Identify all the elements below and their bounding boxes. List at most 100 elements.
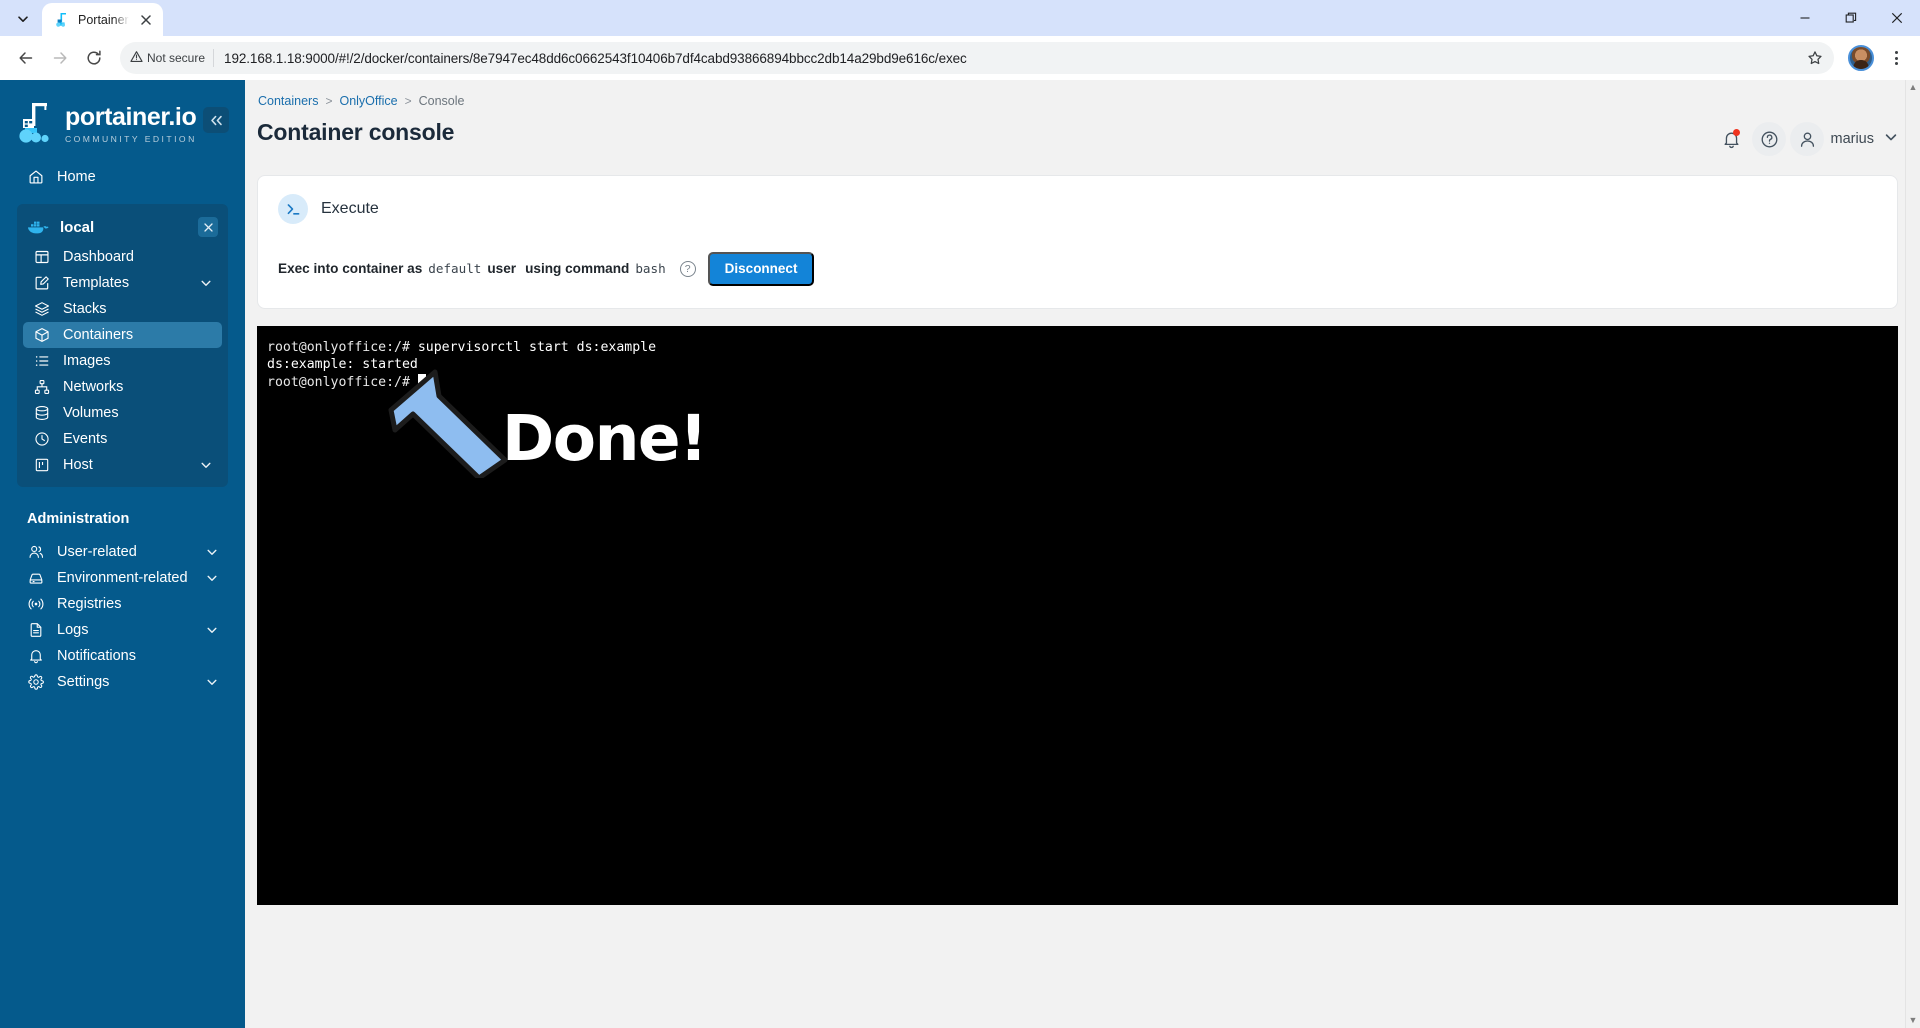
minimize-icon[interactable]	[1782, 0, 1828, 36]
console-card-title: Execute	[321, 200, 379, 217]
sidebar-item-volumes[interactable]: Volumes	[23, 400, 222, 426]
logs-icon	[27, 622, 44, 639]
terminal-command: supervisorctl start ds:example	[417, 339, 657, 355]
sidebar-item-label: Logs	[57, 622, 89, 638]
sidebar-item-label: Stacks	[63, 301, 107, 317]
chevron-down-icon[interactable]	[206, 572, 218, 584]
sidebar-item-label: Home	[57, 169, 96, 185]
browser-tabstrip: Portainer	[0, 0, 1920, 36]
terminal-output[interactable]: root@onlyoffice:/# supervisorctl start d…	[257, 325, 1898, 905]
exec-user-label: user	[487, 261, 517, 277]
chevron-down-icon[interactable]	[200, 459, 212, 471]
host-icon	[33, 457, 50, 474]
star-icon[interactable]	[1800, 43, 1830, 73]
sidebar-item-logs[interactable]: Logs	[17, 617, 228, 643]
sidebar-item-user-related[interactable]: User-related	[17, 539, 228, 565]
chevron-down-icon[interactable]	[206, 624, 218, 636]
sidebar-item-dashboard[interactable]: Dashboard	[23, 244, 222, 270]
username-label: marius	[1830, 131, 1874, 147]
environment-section: local Dashboard Templates Stacks Contain…	[17, 204, 228, 487]
triangle-down-icon[interactable]: ▼	[1909, 1016, 1918, 1025]
breadcrumb-separator: >	[325, 94, 333, 108]
sidebar-item-registries[interactable]: Registries	[17, 591, 228, 617]
page-scrollbar[interactable]: ▲ ▼	[1905, 80, 1920, 1028]
environment-close-icon[interactable]	[198, 217, 218, 237]
sidebar-item-label: Events	[63, 431, 108, 447]
chevron-down-icon[interactable]	[206, 546, 218, 558]
omnibox-divider	[213, 49, 215, 67]
sidebar-item-images[interactable]: Images	[23, 348, 222, 374]
docker-whale-icon	[27, 219, 49, 235]
sidebar-item-notifications[interactable]: Notifications	[17, 643, 228, 669]
tab-search-button[interactable]	[6, 5, 40, 33]
browser-tab[interactable]: Portainer	[42, 3, 163, 36]
portainer-logo-icon	[18, 102, 56, 146]
chevron-down-icon[interactable]	[200, 277, 212, 289]
brand-name: portainer.io	[65, 102, 197, 131]
forward-button[interactable]	[44, 42, 76, 74]
sidebar-item-label: Registries	[57, 596, 122, 612]
sidebar-item-stacks[interactable]: Stacks	[23, 296, 222, 322]
exec-help-circle-icon[interactable]: ?	[679, 260, 696, 277]
breadcrumb-separator: >	[404, 94, 412, 108]
notifications-button[interactable]	[1714, 122, 1748, 156]
console-card: Execute Exec into container as default u…	[257, 175, 1898, 309]
address-bar[interactable]: Not secure 192.168.1.18:9000/#!/2/docker…	[120, 42, 1834, 74]
page-viewport: portainer.io COMMUNITY EDITION Home loca…	[0, 80, 1920, 1028]
home-icon	[27, 169, 44, 186]
terminal-prompt-icon	[278, 194, 308, 224]
breadcrumb-console: Console	[418, 94, 465, 108]
images-icon	[33, 353, 50, 370]
environment-header[interactable]: local	[17, 210, 228, 244]
chevron-down-icon[interactable]	[206, 676, 218, 688]
sidebar-item-label: Volumes	[63, 405, 119, 421]
sidebar-item-label: Networks	[63, 379, 124, 395]
page-title: Container console	[257, 119, 455, 145]
terminal-prompt: root@onlyoffice:/#	[267, 339, 418, 355]
profile-avatar[interactable]	[1848, 45, 1874, 71]
browser-window: Portainer Not secure 192.168.1.18:9000/#…	[0, 0, 1920, 1028]
terminal-line: root@onlyoffice:/# supervisorctl start d…	[267, 339, 1898, 357]
volumes-icon	[33, 405, 50, 422]
templates-icon	[33, 275, 50, 292]
user-menu-chevron-down-icon[interactable]	[1884, 130, 1898, 149]
warning-triangle-icon	[130, 50, 143, 66]
sidebar-item-home[interactable]: Home	[17, 164, 228, 190]
disconnect-button[interactable]: Disconnect	[707, 252, 815, 286]
sidebar-item-environment-related[interactable]: Environment-related	[17, 565, 228, 591]
back-button[interactable]	[10, 42, 42, 74]
sidebar-item-events[interactable]: Events	[23, 426, 222, 452]
sidebar-item-templates[interactable]: Templates	[23, 270, 222, 296]
sidebar-item-settings[interactable]: Settings	[17, 669, 228, 695]
sidebar-collapse-button[interactable]	[203, 107, 229, 133]
url-text: 192.168.1.18:9000/#!/2/docker/containers…	[224, 50, 967, 66]
user-avatar-button[interactable]	[1790, 122, 1825, 156]
sidebar-item-networks[interactable]: Networks	[23, 374, 222, 400]
portainer-favicon-icon	[54, 12, 70, 28]
close-icon[interactable]	[1874, 0, 1920, 36]
tab-close-icon[interactable]	[137, 11, 155, 29]
triangle-up-icon[interactable]: ▲	[1909, 83, 1918, 92]
breadcrumb-containers[interactable]: Containers	[258, 94, 318, 108]
security-status[interactable]: Not secure	[130, 50, 213, 66]
environment-name: local	[60, 218, 95, 236]
sidebar-item-label: Settings	[57, 674, 110, 690]
events-clock-icon	[33, 431, 50, 448]
tab-title: Portainer	[78, 12, 129, 27]
reload-button[interactable]	[78, 42, 110, 74]
sidebar-item-label: Host	[63, 457, 93, 473]
browser-toolbar: Not secure 192.168.1.18:9000/#!/2/docker…	[0, 36, 1920, 80]
sidebar-item-label: Containers	[63, 327, 134, 343]
restore-icon[interactable]	[1828, 0, 1874, 36]
registries-icon	[27, 596, 44, 613]
environment-icon	[27, 570, 44, 587]
sidebar-item-host[interactable]: Host	[23, 452, 222, 478]
kebab-menu-icon[interactable]	[1882, 43, 1910, 73]
sidebar-item-containers[interactable]: Containers	[23, 322, 222, 348]
sidebar: portainer.io COMMUNITY EDITION Home loca…	[0, 80, 245, 1028]
help-button[interactable]	[1752, 122, 1787, 156]
breadcrumb-onlyoffice[interactable]: OnlyOffice	[339, 94, 397, 108]
brand-subtitle: COMMUNITY EDITION	[65, 133, 197, 144]
sidebar-item-label: Templates	[63, 275, 130, 291]
sidebar-item-label: Images	[63, 353, 111, 369]
